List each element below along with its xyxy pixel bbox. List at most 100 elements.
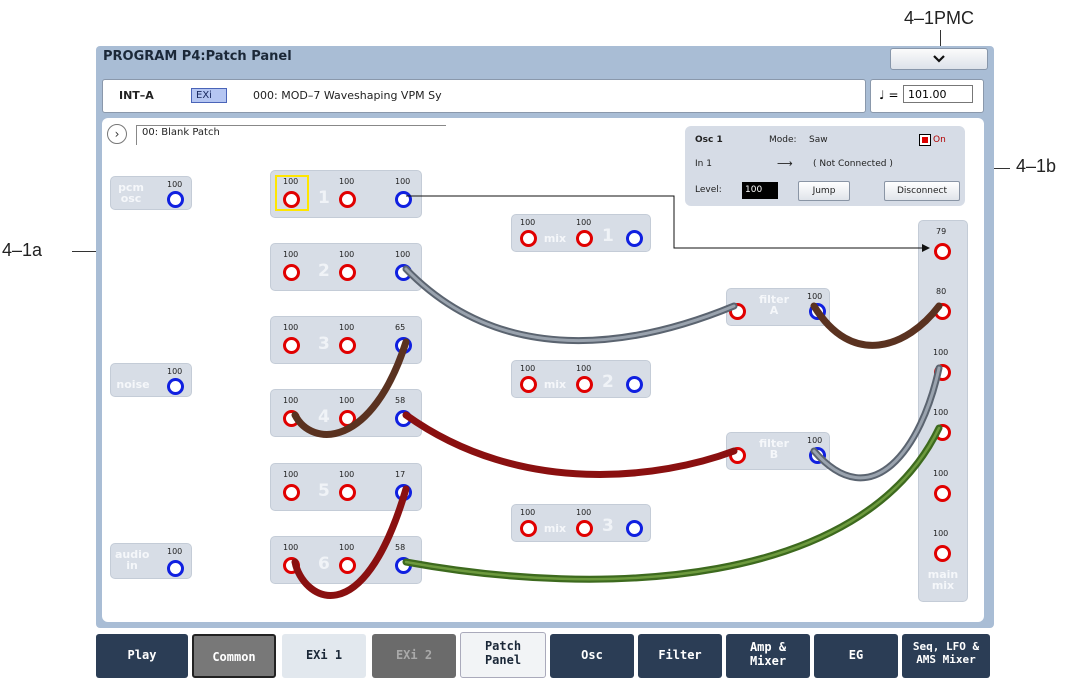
input-jack[interactable] (339, 264, 356, 281)
input-jack[interactable] (934, 545, 951, 562)
tab-patch-panel[interactable]: Patch Panel (460, 632, 546, 678)
patch-name-field[interactable]: 00: Blank Patch (136, 125, 446, 145)
disconnect-button[interactable]: Disconnect (884, 181, 960, 201)
input-jack[interactable] (283, 410, 300, 427)
oscillator-number: 4 (318, 407, 330, 427)
output-jack[interactable] (395, 557, 412, 574)
jack-level: 100 (339, 470, 355, 479)
oscillator-module-3: 100 100 65 3 (270, 316, 422, 364)
tempo-box: ♩ = 101.00 (870, 79, 984, 113)
input-jack[interactable] (283, 484, 300, 501)
input-jack[interactable] (339, 410, 356, 427)
output-jack[interactable] (167, 191, 184, 208)
osc-panel-title: Osc 1 (695, 135, 723, 145)
callout-b: 4–1b (1016, 156, 1057, 176)
output-jack[interactable] (809, 303, 826, 320)
input-jack[interactable] (339, 191, 356, 208)
input-jack[interactable] (729, 303, 746, 320)
input-jack[interactable] (934, 485, 951, 502)
input-jack[interactable] (283, 557, 300, 574)
input-jack[interactable] (339, 557, 356, 574)
tab-filter[interactable]: Filter (638, 634, 722, 678)
input-jack[interactable] (520, 230, 537, 247)
cable-osc6-to-main (402, 424, 943, 583)
input-jack[interactable] (283, 264, 300, 281)
patch-select-button[interactable]: › (107, 124, 127, 144)
audio-in-label: audio in (115, 548, 150, 572)
mixer-module-3: 100 100 mix 3 (511, 504, 651, 542)
oscillator-module-4: 100 100 58 4 (270, 389, 422, 437)
jack-level: 100 (339, 396, 355, 405)
tab-play[interactable]: Play (96, 634, 188, 678)
tab-osc[interactable]: Osc (550, 634, 634, 678)
jack-level: 100 (167, 180, 183, 189)
output-jack[interactable] (167, 378, 184, 395)
tab-exi2[interactable]: EXi 2 (372, 634, 456, 678)
output-jack[interactable] (626, 376, 643, 393)
jump-button[interactable]: Jump (798, 181, 850, 201)
jack-level: 100 (167, 547, 183, 556)
mixer-number: 1 (602, 226, 614, 246)
jack-level: 100 (283, 177, 299, 186)
jack-level: 100 (339, 177, 355, 186)
output-jack[interactable] (395, 410, 412, 427)
input-jack[interactable] (283, 337, 300, 354)
input-jack[interactable] (576, 520, 593, 537)
jack-level: 79 (936, 227, 947, 236)
program-info-bar[interactable]: INT–A EXi 000: MOD–7 Waveshaping VPM Sy (102, 79, 866, 113)
jack-level: 100 (339, 250, 355, 259)
page-menu-button[interactable] (890, 48, 988, 70)
tab-common[interactable]: Common (192, 634, 276, 678)
mixer-module-1: 100 100 mix 1 (511, 214, 651, 252)
tab-exi1[interactable]: EXi 1 (282, 634, 366, 678)
cable-osc4-to-filter-b (402, 411, 738, 478)
jack-level: 80 (936, 287, 947, 296)
tab-amp-mixer[interactable]: Amp & Mixer (726, 634, 810, 678)
input-jack[interactable] (934, 424, 951, 441)
mixer-module-2: 100 100 mix 2 (511, 360, 651, 398)
pcm-osc-label: pcm osc (118, 181, 144, 205)
filter-b-module: filter B 100 (726, 432, 830, 470)
input-jack[interactable] (934, 303, 951, 320)
page-title: PROGRAM P4:Patch Panel (103, 49, 292, 64)
output-jack[interactable] (395, 191, 412, 208)
input-jack[interactable] (576, 230, 593, 247)
tab-eg[interactable]: EG (814, 634, 898, 678)
mode-label: Mode: (769, 135, 797, 145)
jack-level: 100 (807, 292, 823, 301)
jack-level: 65 (395, 323, 406, 332)
output-jack[interactable] (395, 264, 412, 281)
input-jack[interactable] (339, 337, 356, 354)
filter-label: filter B (758, 437, 790, 461)
output-jack[interactable] (167, 560, 184, 577)
tempo-note-icon: ♩ = (879, 88, 899, 102)
on-checkbox[interactable] (919, 134, 931, 146)
oscillator-module-5: 100 100 17 5 (270, 463, 422, 511)
jack-level: 100 (933, 469, 949, 478)
input-jack[interactable] (520, 520, 537, 537)
input-jack[interactable] (283, 191, 300, 208)
output-jack[interactable] (395, 337, 412, 354)
level-field[interactable]: 100 (742, 182, 778, 199)
output-jack[interactable] (395, 484, 412, 501)
input-jack[interactable] (339, 484, 356, 501)
tab-seq-lfo-ams[interactable]: Seq, LFO & AMS Mixer (902, 634, 990, 678)
output-jack[interactable] (809, 447, 826, 464)
title-bar: PROGRAM P4:Patch Panel (96, 46, 994, 70)
arrow-right-icon: ⟶ (777, 157, 793, 170)
output-jack[interactable] (626, 520, 643, 537)
tempo-field[interactable]: 101.00 (903, 85, 973, 103)
pcm-osc-module: pcm osc 100 (110, 176, 192, 210)
program-screen: PROGRAM P4:Patch Panel INT–A EXi 000: MO… (96, 46, 994, 628)
input-jack[interactable] (576, 376, 593, 393)
input-jack[interactable] (934, 243, 951, 260)
jack-level: 100 (933, 408, 949, 417)
input-jack[interactable] (520, 376, 537, 393)
mode-value: Saw (809, 135, 828, 145)
input-jack[interactable] (729, 447, 746, 464)
oscillator-number: 2 (318, 261, 330, 281)
output-jack[interactable] (626, 230, 643, 247)
oscillator-number: 1 (318, 188, 330, 208)
input-jack[interactable] (934, 364, 951, 381)
oscillator-number: 6 (318, 554, 330, 574)
